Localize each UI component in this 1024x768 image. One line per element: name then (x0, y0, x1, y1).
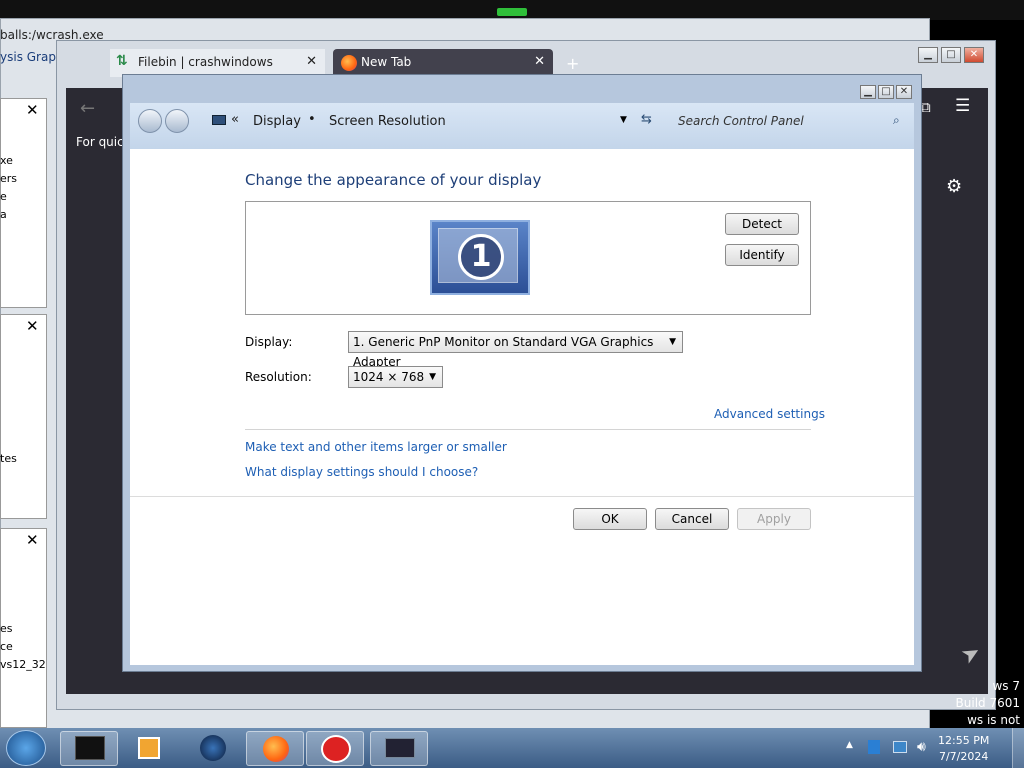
tab-label: Filebin | crashwindows (138, 55, 273, 69)
left-list-1: xe ers e a (0, 152, 17, 224)
tray-icon[interactable] (868, 740, 880, 754)
list-item[interactable]: ers (0, 170, 17, 188)
clock-time: 12:55 PM (938, 734, 990, 747)
tray-expand-icon[interactable]: ▲ (846, 740, 853, 750)
background-window-menu[interactable]: ysis Graph (0, 50, 64, 64)
clock-date: 7/7/2024 (938, 750, 989, 763)
back-arrow-icon[interactable]: ← (80, 98, 95, 119)
divider (245, 429, 811, 430)
maximize-button[interactable]: □ (941, 47, 961, 63)
close-icon[interactable]: ✕ (26, 101, 39, 119)
network-icon[interactable] (893, 741, 907, 753)
dropdown-arrow-icon: ▼ (429, 372, 436, 382)
tab-new-tab[interactable]: New Tab ✕ (333, 49, 553, 77)
ok-button[interactable]: OK (573, 508, 647, 530)
watermark-line: ws 7 (992, 679, 1020, 693)
taskbar-globe[interactable] (184, 731, 242, 766)
settings-gear-icon[interactable]: ⚙ (946, 176, 962, 197)
taskbar-firefox[interactable] (246, 731, 304, 766)
show-desktop-button[interactable] (1012, 728, 1024, 768)
display-help-link[interactable]: What display settings should I choose? (245, 465, 478, 479)
monitor-1-icon[interactable]: 1 (430, 220, 530, 295)
left-list-2: tes (0, 450, 17, 468)
list-item[interactable]: a (0, 206, 17, 224)
list-item[interactable]: tes (0, 450, 17, 468)
menu-icon[interactable]: ☰ (955, 96, 970, 116)
start-button[interactable] (6, 730, 46, 766)
close-icon[interactable]: ✕ (26, 531, 39, 549)
taskbar-app-1[interactable] (60, 731, 118, 766)
nav-forward-button[interactable] (165, 109, 189, 133)
taskbar-display-settings[interactable] (370, 731, 428, 766)
green-indicator-icon (497, 8, 527, 16)
media-player-icon (138, 737, 160, 759)
left-panel-2: ✕ (0, 314, 47, 519)
taskbar-crash-app[interactable] (306, 731, 364, 766)
display-select[interactable]: 1. Generic PnP Monitor on Standard VGA G… (348, 331, 683, 369)
breadcrumb-prefix[interactable]: « (231, 112, 239, 127)
apply-button[interactable]: Apply (737, 508, 811, 530)
minimize-button[interactable]: ▁ (918, 47, 938, 63)
resolution-label: Resolution: (245, 370, 312, 384)
filebin-icon: ⇅ (116, 53, 128, 69)
cancel-button[interactable]: Cancel (655, 508, 729, 530)
display-label: Display: (245, 335, 293, 349)
volume-icon[interactable]: 🔊︎ (917, 739, 926, 755)
tab-label: New Tab (361, 55, 412, 69)
left-list-3: es ce vs12_32 (0, 620, 46, 674)
close-button[interactable]: ✕ (964, 47, 984, 63)
cp-minimize-button[interactable]: ▁ (860, 85, 876, 99)
list-item[interactable]: vs12_32 (0, 656, 46, 674)
tab-close-icon[interactable]: ✕ (306, 54, 317, 69)
firefox-icon (341, 55, 357, 71)
taskbar-media-player[interactable] (122, 731, 180, 766)
list-item[interactable]: xe (0, 152, 17, 170)
crash-app-icon (321, 735, 351, 763)
firefox-icon (263, 736, 289, 762)
search-icon[interactable]: ⌕ (893, 113, 900, 128)
page-title: Change the appearance of your display (245, 171, 542, 189)
address-dropdown-icon[interactable]: ▼ (620, 115, 627, 125)
globe-icon (200, 735, 226, 761)
list-item[interactable]: e (0, 188, 17, 206)
cp-maximize-button[interactable]: □ (878, 85, 894, 99)
watermark-line: Build 7601 (955, 696, 1020, 710)
refresh-icon[interactable]: ⇆ (641, 112, 652, 127)
clock[interactable]: 12:55 PM 7/7/2024 (938, 733, 989, 765)
search-input[interactable]: Search Control Panel (678, 114, 804, 128)
cp-close-button[interactable]: ✕ (896, 85, 912, 99)
resolution-select[interactable]: 1024 × 768 ▼ (348, 366, 443, 388)
list-item[interactable]: ce (0, 638, 46, 656)
identify-button[interactable]: Identify (725, 244, 799, 266)
control-panel-icon (212, 115, 226, 125)
detect-button[interactable]: Detect (725, 213, 799, 235)
resolution-select-value: 1024 × 768 (353, 370, 425, 384)
new-tab-button[interactable]: + (566, 54, 579, 73)
divider (130, 496, 914, 497)
text-size-link[interactable]: Make text and other items larger or smal… (245, 440, 507, 454)
breadcrumb-separator-icon: • (308, 112, 316, 127)
tab-filebin[interactable]: ⇅ Filebin | crashwindows ✕ (110, 49, 325, 77)
dropdown-arrow-icon: ▼ (669, 337, 676, 347)
list-item[interactable]: es (0, 620, 46, 638)
breadcrumb-display[interactable]: Display (253, 114, 301, 129)
monitor-icon (385, 738, 415, 758)
tab-close-icon[interactable]: ✕ (534, 54, 545, 69)
app-window-icon (75, 736, 105, 760)
nav-back-button[interactable] (138, 109, 162, 133)
monitor-number: 1 (458, 234, 504, 280)
breadcrumb-screen-resolution[interactable]: Screen Resolution (329, 114, 446, 129)
close-icon[interactable]: ✕ (26, 317, 39, 335)
advanced-settings-link[interactable]: Advanced settings (714, 407, 825, 421)
